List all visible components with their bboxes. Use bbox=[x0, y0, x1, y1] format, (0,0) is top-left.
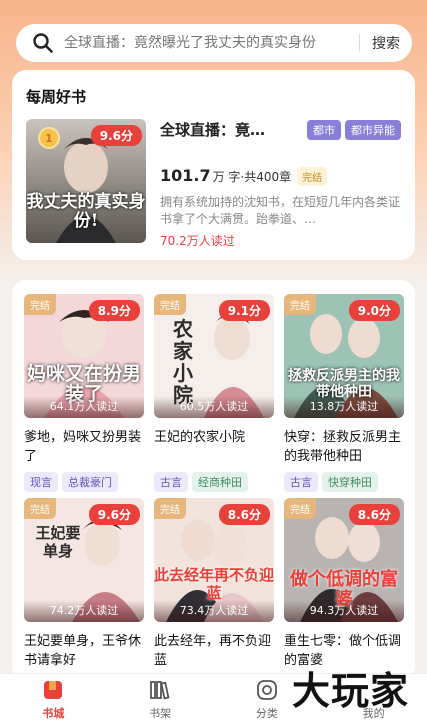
book-cover[interactable]: 妈咪又在扮男装了 完结 8.9分 64.1万人读过 bbox=[24, 294, 144, 418]
search-bar[interactable]: 搜索 bbox=[16, 24, 412, 62]
bookshelf-icon bbox=[149, 679, 171, 701]
weekly-book-cover[interactable]: 我丈夫的真实身份! 1 9.6分 bbox=[26, 119, 146, 243]
nav-label: 书架 bbox=[149, 706, 172, 720]
book-title[interactable]: 王妃要单身，王爷休书请拿好 bbox=[24, 632, 144, 670]
search-button[interactable]: 搜索 bbox=[372, 33, 400, 53]
status-badge: 完结 bbox=[154, 498, 186, 519]
nav-label: 分类 bbox=[255, 706, 278, 720]
watermark: 大玩家 bbox=[291, 668, 409, 713]
book-card[interactable]: 拯救反派男主的我带他种田 完结 9.0分 13.8万人读过 快穿：拯救反派男主的… bbox=[284, 294, 404, 492]
book-score: 9.6分 bbox=[90, 125, 142, 146]
book-card[interactable]: 做个低调的富婆 完结 8.6分 94.3万人读过 重生七零：做个低调的富婆 bbox=[284, 498, 404, 670]
status-badge: 完结 bbox=[284, 498, 316, 519]
weekly-book-title[interactable]: 全球直播：竟… bbox=[160, 119, 303, 140]
book-score: 9.6分 bbox=[88, 504, 140, 525]
book-title[interactable]: 此去经年，再不负迎蓝 bbox=[154, 632, 274, 670]
weekly-cover-title: 我丈夫的真实身份! bbox=[26, 192, 146, 231]
book-cover[interactable]: 农家小院 完结 9.1分 60.5万人读过 bbox=[154, 294, 274, 418]
book-cover[interactable]: 做个低调的富婆 完结 8.6分 94.3万人读过 bbox=[284, 498, 404, 622]
book-cover-title: 此去经年再不负迎蓝 bbox=[154, 566, 274, 602]
book-score: 8.9分 bbox=[88, 300, 140, 321]
book-title[interactable]: 爹地，妈咪又扮男装了 bbox=[24, 428, 144, 466]
rank-medal-icon: 1 bbox=[38, 127, 60, 149]
genre-tag[interactable]: 古言 bbox=[154, 472, 188, 492]
genre-tag[interactable]: 古言 bbox=[284, 472, 318, 492]
status-badge: 完结 bbox=[24, 498, 56, 519]
book-card[interactable]: 此去经年再不负迎蓝 完结 8.6分 73.4万人读过 此去经年，再不负迎蓝 bbox=[154, 498, 274, 670]
search-divider bbox=[359, 34, 360, 52]
book-cover[interactable]: 拯救反派男主的我带他种田 完结 9.0分 13.8万人读过 bbox=[284, 294, 404, 418]
read-count: 13.8万人读过 bbox=[284, 396, 404, 418]
book-score: 8.6分 bbox=[218, 504, 270, 525]
read-count: 74.2万人读过 bbox=[24, 600, 144, 622]
category-icon bbox=[256, 679, 278, 701]
weekly-book[interactable]: 我丈夫的真实身份! 1 9.6分 全球直播：竟… 都市 都市异能 101.7 万… bbox=[26, 119, 401, 249]
word-count: 101.7 bbox=[160, 166, 211, 185]
read-count: 70.2万人读过 bbox=[160, 234, 235, 248]
weekly-picks-card: 每周好书 我丈夫的真实身份! 1 9.6分 全球直播：竟… 都市 都市异能 10… bbox=[12, 70, 415, 260]
book-score: 9.0分 bbox=[348, 300, 400, 321]
status-badge: 完结 bbox=[284, 294, 316, 315]
read-count: 60.5万人读过 bbox=[154, 396, 274, 418]
status-badge: 完结 bbox=[297, 167, 328, 186]
book-card[interactable]: 妈咪又在扮男装了 完结 8.9分 64.1万人读过 爹地，妈咪又扮男装了 现言 … bbox=[24, 294, 144, 492]
genre-tag[interactable]: 都市 bbox=[307, 119, 341, 140]
status-badge: 完结 bbox=[154, 294, 186, 315]
read-count: 64.1万人读过 bbox=[24, 396, 144, 418]
genre-tag[interactable]: 都市异能 bbox=[345, 119, 401, 140]
nav-item-bookstore[interactable]: 书城 bbox=[0, 674, 107, 725]
book-cover-title: 王妃要单身 bbox=[35, 524, 81, 560]
book-cover[interactable]: 此去经年再不负迎蓝 完结 8.6分 73.4万人读过 bbox=[154, 498, 274, 622]
genre-tag[interactable]: 快穿种田 bbox=[322, 472, 378, 492]
book-cover-title: 农家小院 bbox=[173, 317, 193, 407]
book-title[interactable]: 王妃的农家小院 bbox=[154, 428, 274, 466]
read-count: 94.3万人读过 bbox=[284, 600, 404, 622]
book-card[interactable]: 农家小院 完结 9.1分 60.5万人读过 王妃的农家小院 古言 经商种田 bbox=[154, 294, 274, 492]
search-icon bbox=[32, 32, 54, 54]
book-score: 9.1分 bbox=[218, 300, 270, 321]
genre-tag[interactable]: 现言 bbox=[24, 472, 58, 492]
nav-item-bookshelf[interactable]: 书架 bbox=[107, 674, 214, 725]
book-card[interactable]: 王妃要单身 完结 9.6分 74.2万人读过 王妃要单身，王爷休书请拿好 bbox=[24, 498, 144, 670]
book-grid: 妈咪又在扮男装了 完结 8.9分 64.1万人读过 爹地，妈咪又扮男装了 现言 … bbox=[12, 280, 415, 680]
book-title[interactable]: 快穿：拯救反派男主的我带他种田 bbox=[284, 428, 404, 466]
search-input[interactable] bbox=[64, 35, 347, 51]
book-cover[interactable]: 王妃要单身 完结 9.6分 74.2万人读过 bbox=[24, 498, 144, 622]
genre-tag[interactable]: 经商种田 bbox=[192, 472, 248, 492]
book-description: 拥有系统加持的沈知书，在短短几年内各类证书拿了个大满贯。跆拳道、… bbox=[160, 195, 401, 226]
genre-tag[interactable]: 总裁豪门 bbox=[62, 472, 118, 492]
nav-label: 书城 bbox=[42, 706, 65, 720]
status-badge: 完结 bbox=[24, 294, 56, 315]
read-count: 73.4万人读过 bbox=[154, 600, 274, 622]
weekly-book-info: 全球直播：竟… 都市 都市异能 101.7 万 字·共400章 完结 拥有系统加… bbox=[160, 119, 401, 249]
word-count-unit: 万 字·共400章 bbox=[212, 170, 292, 184]
bookstore-icon bbox=[42, 679, 64, 701]
weekly-heading: 每周好书 bbox=[26, 88, 87, 106]
book-score: 8.6分 bbox=[348, 504, 400, 525]
